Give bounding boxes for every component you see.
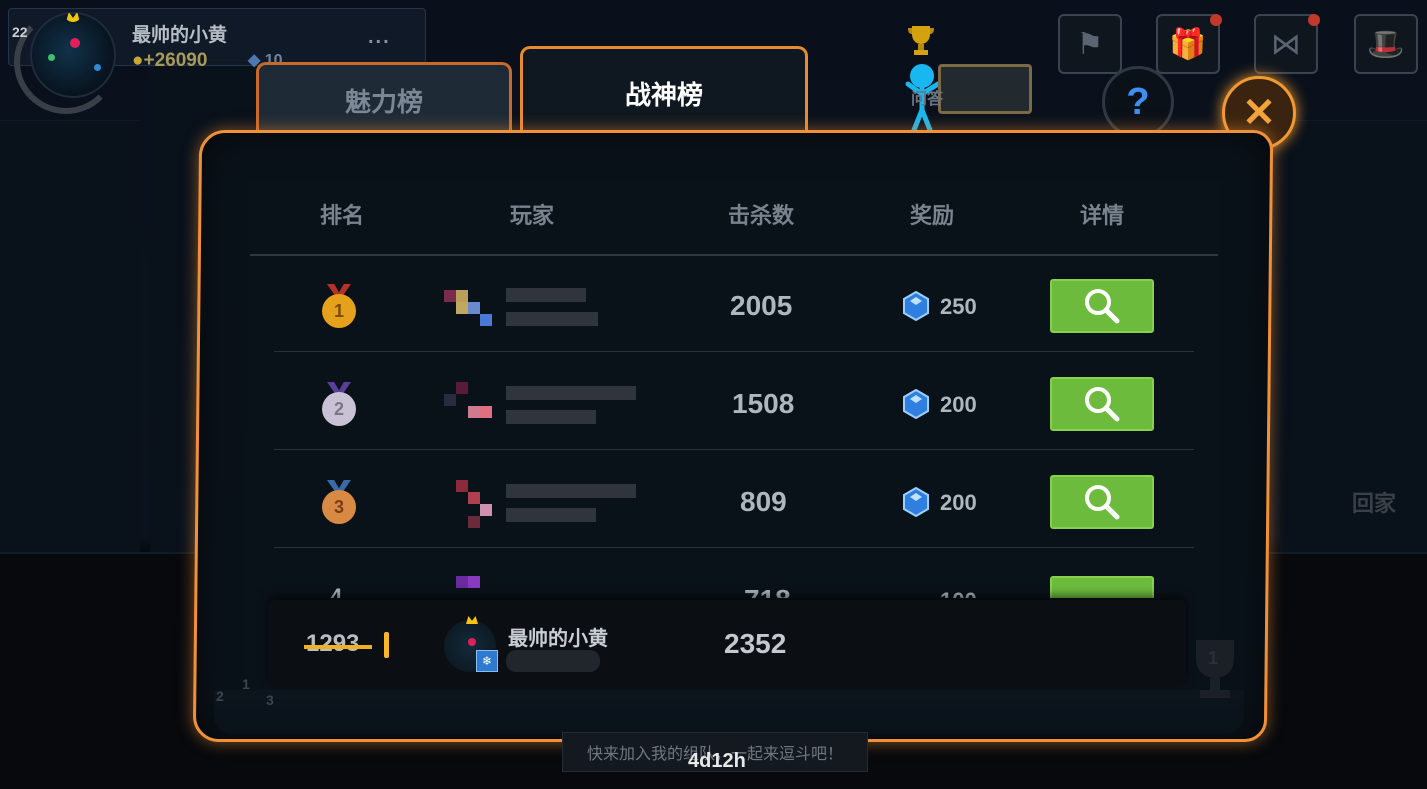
- rank-number: 3: [322, 490, 356, 524]
- crown-icon: [66, 12, 80, 22]
- board-text: 问答: [911, 89, 944, 108]
- player-subtitle-blurred: [506, 508, 596, 522]
- podium-label: 1: [242, 676, 250, 692]
- table-row: 1 2005 250: [274, 254, 1194, 352]
- avatar-dot: [48, 54, 55, 61]
- my-rank: 1293: [306, 630, 360, 657]
- rank-number: 1: [322, 294, 356, 328]
- player-avatar-blurred[interactable]: [444, 480, 504, 536]
- detail-button[interactable]: [1050, 576, 1154, 598]
- bronze-medal-icon: 3: [320, 480, 358, 528]
- magnifier-icon: [1085, 289, 1120, 324]
- bow-icon[interactable]: ⋈: [1254, 14, 1320, 74]
- gift-icon[interactable]: 🎁: [1156, 14, 1222, 74]
- detail-button[interactable]: [1050, 279, 1154, 333]
- player-name-blurred: [506, 288, 586, 302]
- reward-value: 200: [940, 490, 977, 515]
- gem-icon: [903, 291, 929, 321]
- table-row: 2 1508 200: [274, 352, 1194, 450]
- reward-value: 200: [940, 392, 977, 417]
- rank-marker: [384, 632, 389, 658]
- player-avatar-blurred[interactable]: [444, 382, 504, 438]
- coin-icon: ●: [132, 50, 144, 71]
- gem-badge-icon: ❄: [476, 650, 498, 672]
- player-level: 22: [12, 24, 28, 40]
- player-avatar-blurred[interactable]: [444, 278, 504, 334]
- notification-dot: [1210, 14, 1222, 26]
- go-home-button[interactable]: 回家: [1352, 486, 1396, 518]
- kill-count: 718: [744, 584, 791, 598]
- more-button[interactable]: ...: [368, 26, 391, 49]
- header-reward: 奖励: [910, 204, 955, 229]
- player-subtitle-blurred: [506, 410, 596, 424]
- rank-number: 4: [330, 584, 343, 598]
- crown-icon: [466, 616, 478, 624]
- player-subtitle-blurred: [506, 312, 598, 326]
- coin-value: +26090: [143, 50, 208, 71]
- gold-medal-icon: 1: [320, 284, 358, 332]
- trophy-icon: [1196, 640, 1234, 698]
- my-kill-count: 2352: [724, 628, 787, 659]
- kill-count: 2005: [730, 290, 793, 321]
- avatar-dot: [468, 638, 476, 646]
- magnifier-icon: [1085, 387, 1120, 422]
- avatar-dot: [70, 38, 80, 48]
- coin-count: ●+26090: [132, 50, 207, 72]
- panel-footer: [214, 690, 1244, 734]
- magnifier-icon: [1085, 485, 1120, 520]
- avatar-dot: [94, 64, 101, 71]
- my-subtitle-blurred: [506, 650, 600, 672]
- trophy-number: 1: [1208, 648, 1219, 668]
- header-detail: 详情: [1080, 204, 1125, 229]
- silver-medal-icon: 2: [320, 382, 358, 430]
- event-timer: 4d12h: [688, 750, 746, 772]
- rank-number: 2: [322, 392, 356, 426]
- player-name-blurred: [506, 484, 636, 498]
- detail-button[interactable]: [1050, 377, 1154, 431]
- player-avatar-blurred[interactable]: [444, 576, 504, 598]
- header-player: 玩家: [510, 204, 555, 229]
- player-avatar[interactable]: [30, 12, 116, 98]
- kill-count: 1508: [732, 388, 795, 419]
- kill-count: 809: [740, 486, 787, 517]
- reward-value: 250: [940, 294, 977, 319]
- my-name: 最帅的小黄: [508, 626, 608, 650]
- rank-strike-line: [304, 645, 372, 649]
- tab-war-god-ranking[interactable]: 战神榜: [520, 46, 808, 138]
- top-hat-icon[interactable]: 🎩: [1354, 14, 1418, 74]
- trophy-icon: [908, 26, 934, 55]
- notification-dot: [1308, 14, 1320, 26]
- header-rank: 排名: [320, 204, 365, 229]
- my-ranking-row: 1293 ❄ 最帅的小黄 2352: [268, 600, 1186, 686]
- quiz-board: 问答: [911, 64, 1032, 114]
- detail-button[interactable]: [1050, 475, 1154, 529]
- podium-label: 2: [216, 688, 224, 704]
- gem-icon: [903, 487, 929, 517]
- help-button[interactable]: ?: [1102, 66, 1174, 138]
- header-kills: 击杀数: [728, 204, 795, 229]
- player-name: 最帅的小黄: [132, 24, 228, 46]
- stickman-flag-icon[interactable]: ⚑: [1058, 14, 1122, 74]
- table-row: 3 809 200: [274, 450, 1194, 548]
- player-name-blurred: [506, 386, 636, 400]
- table-row: 4 718 100: [274, 548, 1194, 598]
- podium-label: 3: [266, 692, 274, 708]
- tab-charm-ranking[interactable]: 魅力榜: [256, 62, 512, 136]
- gem-icon: [903, 389, 929, 419]
- reward-value: 100: [940, 588, 977, 598]
